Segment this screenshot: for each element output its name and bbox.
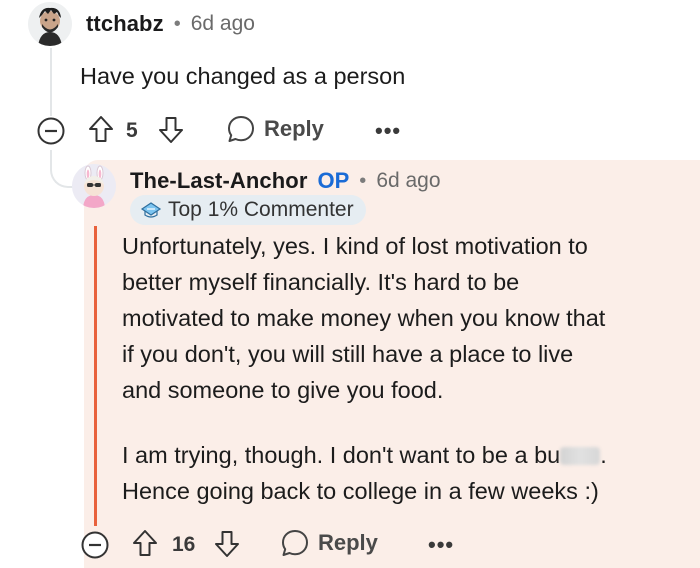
avatar[interactable] (72, 164, 116, 208)
comment-body: Unfortunately, yes. I kind of lost motiv… (122, 228, 682, 509)
op-badge: OP (317, 168, 350, 193)
comment-age: 6d ago (190, 12, 255, 35)
downvote-icon[interactable] (158, 116, 184, 144)
upvote-icon[interactable] (132, 529, 158, 557)
username[interactable]: The-Last-Anchor (130, 168, 308, 194)
comment-age: 6d ago (376, 169, 441, 192)
separator-dot: • (359, 169, 367, 192)
censored-text (560, 447, 601, 465)
op-thread-line[interactable] (94, 226, 97, 526)
body-line: Hence going back to college in a few wee… (122, 478, 599, 504)
body-line: better myself financially. It's hard to … (122, 269, 520, 295)
body-line: and someone to give you food. (122, 377, 444, 403)
collapse-icon[interactable] (80, 530, 110, 560)
reply-label: Reply (264, 116, 324, 141)
user-flair: Top 1% Commenter (130, 195, 366, 225)
comment-icon (280, 528, 310, 558)
upvote-icon[interactable] (88, 115, 114, 143)
flair-text: Top 1% Commenter (168, 198, 354, 221)
comment-icon (226, 114, 256, 144)
body-line: motivated to make money when you know th… (122, 305, 606, 331)
comment-header: ttchabz • 6d ago (86, 11, 255, 37)
avatar[interactable] (28, 2, 72, 46)
reply-button[interactable]: Reply (280, 528, 378, 558)
comment-header: The-Last-Anchor OP • 6d ago (130, 168, 441, 194)
reply-label: Reply (318, 530, 378, 555)
username[interactable]: ttchabz (86, 11, 164, 37)
body-line: if you don't, you will still have a plac… (122, 341, 574, 367)
more-options-button[interactable]: ••• (428, 532, 454, 558)
body-line: Unfortunately, yes. I kind of lost motiv… (122, 233, 588, 259)
reply-button[interactable]: Reply (226, 114, 324, 144)
comment-body: Have you changed as a person (80, 63, 406, 89)
thread-line (50, 48, 52, 116)
flair-icon (140, 201, 162, 219)
more-options-button[interactable]: ••• (375, 118, 401, 144)
vote-score: 16 (172, 533, 196, 556)
body-line: I am trying, though. I don't want to be … (122, 442, 607, 468)
separator-dot: • (173, 12, 181, 35)
downvote-icon[interactable] (214, 530, 240, 558)
collapse-icon[interactable] (36, 116, 66, 146)
vote-score: 5 (126, 119, 138, 142)
